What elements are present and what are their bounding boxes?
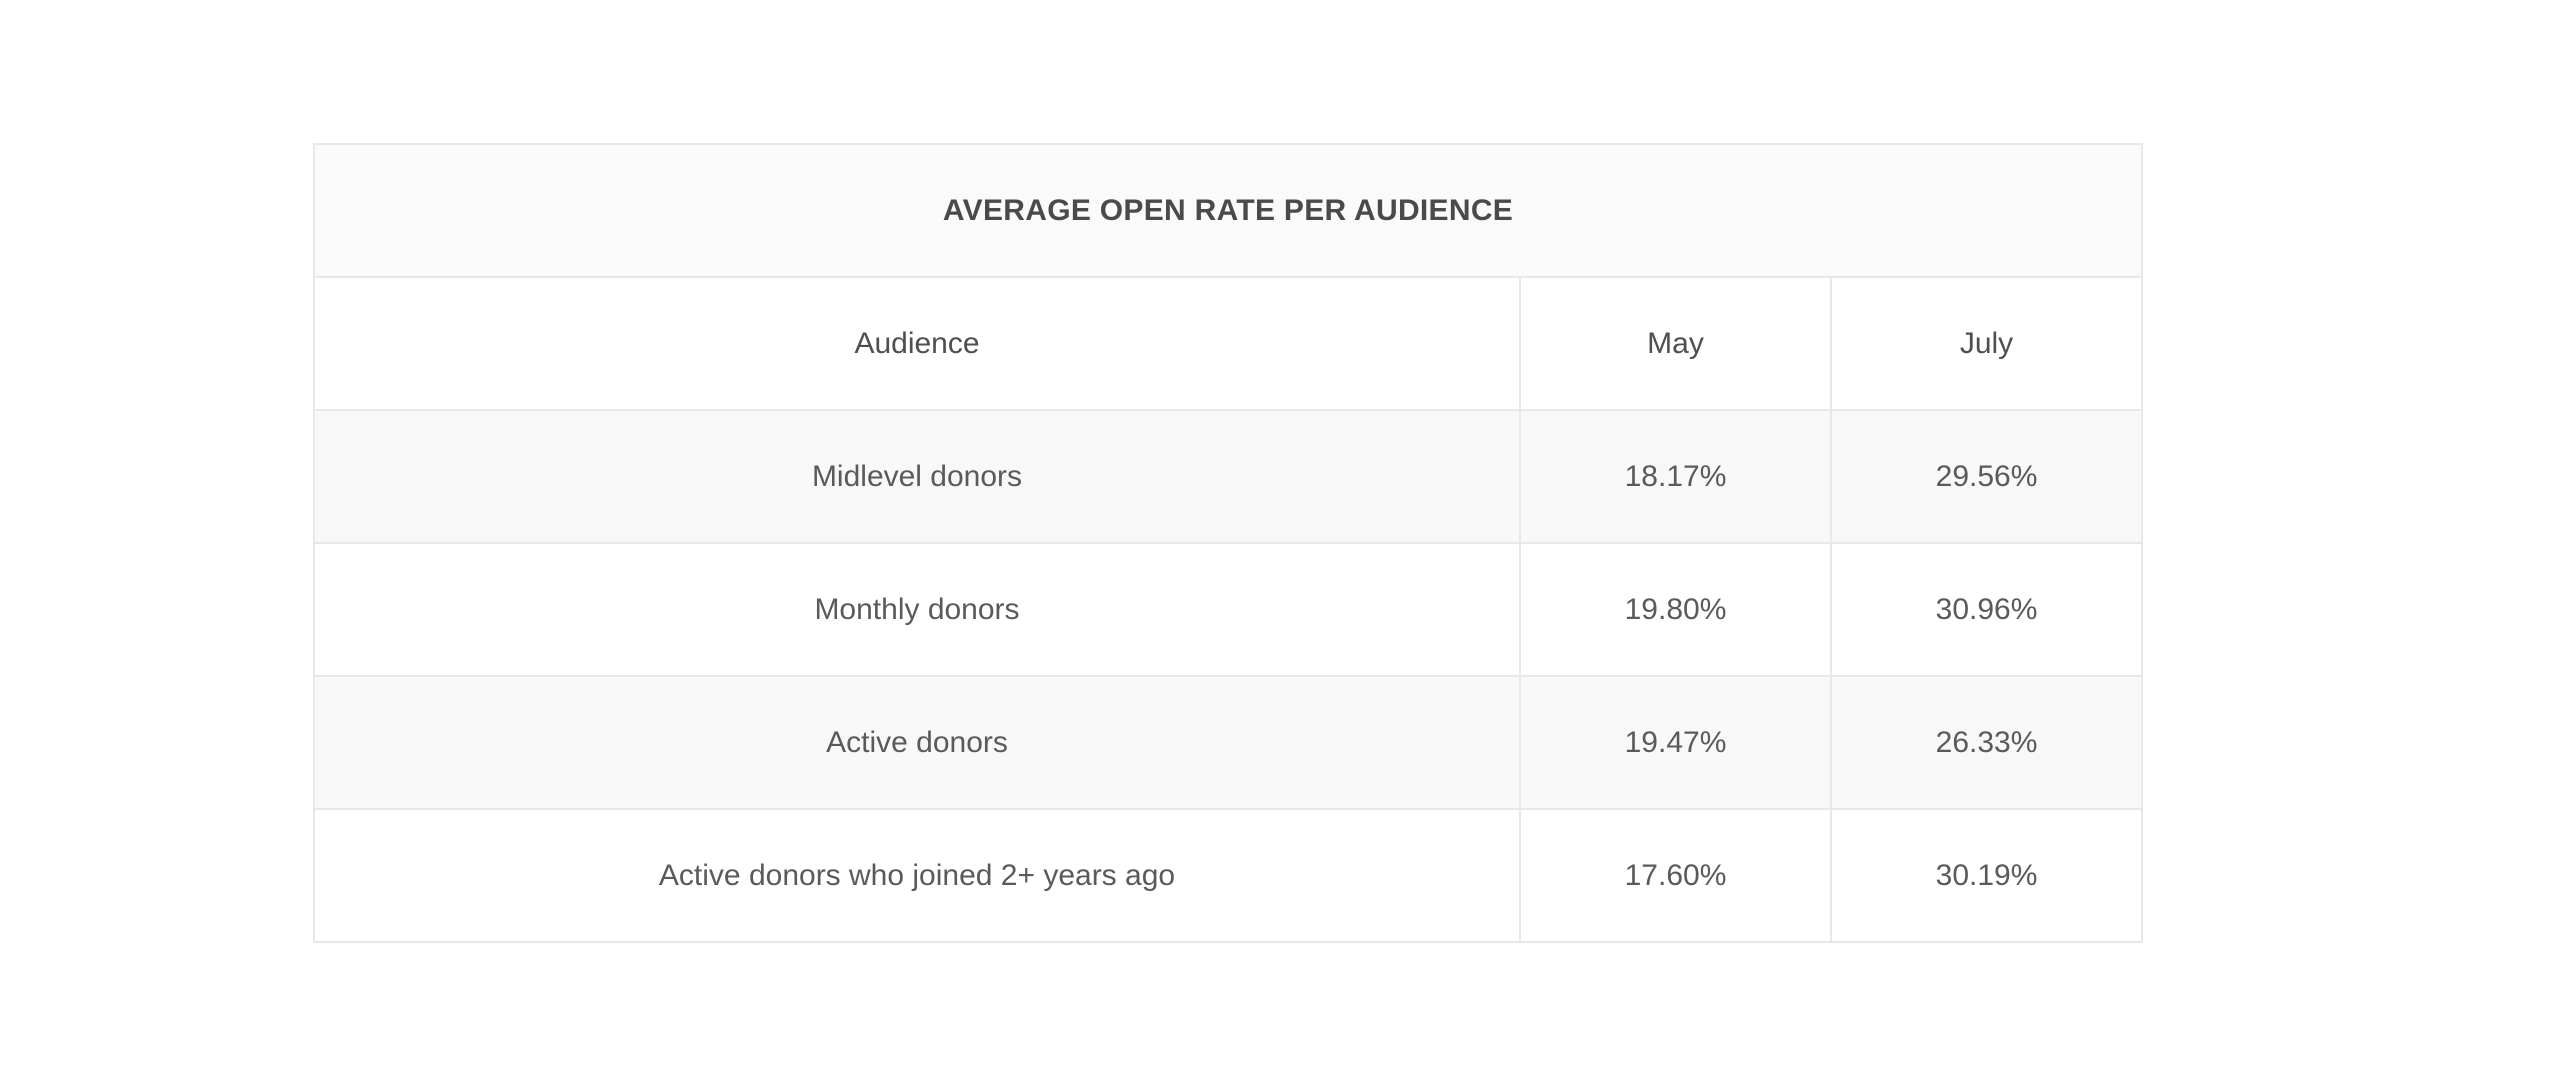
cell-july: 26.33% — [1829, 675, 2144, 810]
table-title-row: AVERAGE OPEN RATE PER AUDIENCE — [312, 143, 2144, 278]
column-header-july: July — [1829, 276, 2144, 411]
open-rate-table-container: AVERAGE OPEN RATE PER AUDIENCE Audience … — [312, 143, 2144, 943]
cell-audience: Monthly donors — [313, 542, 1521, 677]
cell-july: 29.56% — [1829, 409, 2144, 544]
cell-audience: Active donors — [313, 675, 1521, 810]
cell-audience: Midlevel donors — [313, 409, 1521, 544]
table-row: Active donors who joined 2+ years ago 17… — [313, 808, 2144, 943]
cell-july: 30.19% — [1829, 808, 2144, 943]
open-rate-table: AVERAGE OPEN RATE PER AUDIENCE Audience … — [312, 143, 2144, 943]
table-row: Midlevel donors 18.17% 29.56% — [313, 409, 2144, 544]
cell-may: 19.80% — [1519, 542, 1832, 677]
column-header-audience: Audience — [313, 276, 1521, 411]
table-header-row: Audience May July — [313, 276, 2144, 411]
table-title: AVERAGE OPEN RATE PER AUDIENCE — [312, 143, 2144, 278]
table-row: Active donors 19.47% 26.33% — [313, 675, 2144, 810]
cell-july: 30.96% — [1829, 542, 2144, 677]
cell-may: 18.17% — [1519, 409, 1832, 544]
column-header-may: May — [1519, 276, 1832, 411]
cell-audience: Active donors who joined 2+ years ago — [313, 808, 1521, 943]
table-row: Monthly donors 19.80% 30.96% — [313, 542, 2144, 677]
cell-may: 17.60% — [1519, 808, 1832, 943]
cell-may: 19.47% — [1519, 675, 1832, 810]
